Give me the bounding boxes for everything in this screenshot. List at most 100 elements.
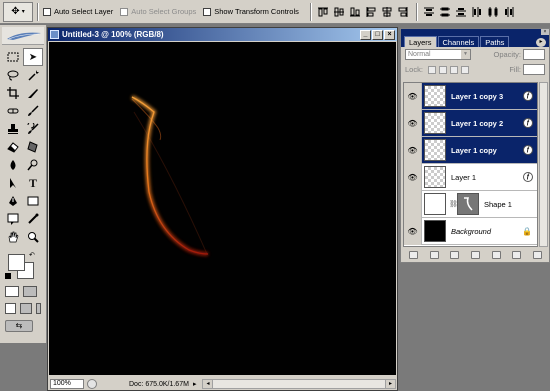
layer-row[interactable]: 👁 Background 🔒 xyxy=(404,217,537,245)
standard-screen-mode-icon[interactable] xyxy=(5,303,17,314)
layer-name: Background xyxy=(451,226,492,236)
align-bottom-icon[interactable] xyxy=(348,5,362,19)
fill-field[interactable] xyxy=(523,64,545,75)
lock-all-icon[interactable] xyxy=(460,65,469,74)
palette-close-icon[interactable]: × xyxy=(541,29,549,35)
notes-tool-icon[interactable] xyxy=(3,210,23,228)
distribute-right-icon[interactable] xyxy=(502,5,516,19)
layers-vertical-scrollbar[interactable] xyxy=(539,82,548,247)
horizontal-scrollbar[interactable]: ◂ ▸ xyxy=(202,379,396,389)
full-screen-menu-mode-icon[interactable] xyxy=(20,303,32,314)
layer-thumbnail xyxy=(424,220,446,242)
align-left-icon[interactable] xyxy=(364,5,378,19)
distribute-hcenter-icon[interactable] xyxy=(486,5,500,19)
add-mask-icon[interactable] xyxy=(450,251,460,259)
standard-mode-icon[interactable] xyxy=(5,286,19,297)
eye-icon[interactable]: 👁 xyxy=(404,217,422,245)
align-top-icon[interactable] xyxy=(316,5,330,19)
auto-select-layer-checkbox[interactable]: Auto Select Layer xyxy=(43,7,113,16)
lock-pixels-icon[interactable] xyxy=(438,65,447,74)
add-style-icon[interactable] xyxy=(429,251,439,259)
layer-effects-icon[interactable]: ƒ xyxy=(523,172,533,182)
document-status-bar: 100% Doc: 675.0K/1.67M ▸ ◂ ▸ xyxy=(49,378,396,390)
show-transform-controls-checkbox[interactable]: Show Transform Controls xyxy=(203,7,299,16)
tab-layers[interactable]: Layers xyxy=(404,36,437,47)
healing-brush-icon[interactable] xyxy=(3,102,23,120)
layer-effects-icon[interactable]: ƒ xyxy=(523,118,533,128)
brush-tool-icon[interactable] xyxy=(23,102,43,120)
layer-row[interactable]: 👁 ⛓ Shape 1 xyxy=(404,190,537,218)
crop-tool-icon[interactable] xyxy=(3,84,23,102)
close-button[interactable]: × xyxy=(384,29,395,40)
eyedropper-icon[interactable] xyxy=(23,210,43,228)
shape-tool-icon[interactable] xyxy=(23,192,43,210)
tool-preset-picker[interactable]: ✥ ▾ xyxy=(3,1,33,22)
new-layer-icon[interactable] xyxy=(512,251,522,259)
align-hcenter-icon[interactable] xyxy=(380,5,394,19)
move-tool-icon[interactable]: ➤ xyxy=(23,48,43,66)
status-menu-arrow-icon[interactable]: ▸ xyxy=(193,380,197,388)
document-title: Untitled-3 @ 100% (RGB/8) xyxy=(62,30,164,39)
zoom-field[interactable]: 100% xyxy=(50,379,84,389)
layer-row[interactable]: 👁 Layer 1 copy 3 ƒ xyxy=(404,82,537,110)
default-colors-icon[interactable] xyxy=(5,273,11,279)
palette-menu-icon[interactable]: ▸ xyxy=(536,38,546,47)
minimize-button[interactable]: _ xyxy=(360,29,371,40)
opacity-field[interactable] xyxy=(523,49,545,60)
history-brush-icon[interactable] xyxy=(23,120,43,138)
layer-effects-icon[interactable]: ƒ xyxy=(523,145,533,155)
eraser-tool-icon[interactable] xyxy=(3,138,23,156)
quick-mask-mode-icon[interactable] xyxy=(23,286,37,297)
layer-row[interactable]: 👁 Layer 1 ƒ xyxy=(404,163,537,191)
full-screen-mode-icon[interactable] xyxy=(35,303,41,314)
lock-transparency-icon[interactable] xyxy=(427,65,436,74)
slice-tool-icon[interactable] xyxy=(23,84,43,102)
eye-icon[interactable]: 👁 xyxy=(404,82,422,110)
hand-tool-icon[interactable] xyxy=(3,228,23,246)
tab-channels[interactable]: Channels xyxy=(437,36,480,47)
layer-effects-icon[interactable]: ƒ xyxy=(523,91,533,101)
eye-icon[interactable]: 👁 xyxy=(404,190,422,218)
adjustment-layer-icon[interactable] xyxy=(470,251,480,259)
blur-tool-icon[interactable] xyxy=(3,156,23,174)
distribute-vcenter-icon[interactable] xyxy=(438,5,452,19)
zoom-tool-icon[interactable] xyxy=(23,228,43,246)
tool-grid: ➤ T xyxy=(0,45,46,249)
path-selection-icon[interactable] xyxy=(3,174,23,192)
new-group-icon[interactable] xyxy=(491,251,501,259)
jump-to-imageready-icon[interactable]: ⇆ xyxy=(5,320,33,332)
align-right-icon[interactable] xyxy=(396,5,410,19)
eye-icon[interactable]: 👁 xyxy=(404,109,422,137)
swap-colors-icon[interactable]: ↶ xyxy=(29,251,35,259)
magic-wand-icon[interactable] xyxy=(23,66,43,84)
delete-layer-icon[interactable] xyxy=(533,251,543,259)
auto-select-groups-checkbox[interactable]: Auto Select Groups xyxy=(120,7,196,16)
eye-icon[interactable]: 👁 xyxy=(404,136,422,164)
distribute-left-icon[interactable] xyxy=(470,5,484,19)
distribute-bottom-icon[interactable] xyxy=(454,5,468,19)
link-layers-icon[interactable] xyxy=(408,251,418,259)
distribute-top-icon[interactable] xyxy=(422,5,436,19)
pen-tool-icon[interactable] xyxy=(3,192,23,210)
scroll-right-icon[interactable]: ▸ xyxy=(385,380,395,388)
toolbox: ➤ T ↶ ⇆ xyxy=(0,25,47,343)
canvas[interactable] xyxy=(49,42,396,375)
blend-mode-select[interactable]: Normal ▼ xyxy=(405,49,471,60)
eye-icon[interactable]: 👁 xyxy=(404,163,422,191)
marquee-tool-icon[interactable] xyxy=(3,48,23,66)
layer-row[interactable]: 👁 Layer 1 copy ƒ xyxy=(404,136,537,164)
tab-paths[interactable]: Paths xyxy=(480,36,510,47)
dodge-tool-icon[interactable] xyxy=(23,156,43,174)
type-tool-icon[interactable]: T xyxy=(23,174,43,192)
foreground-color-swatch[interactable] xyxy=(8,254,25,271)
lock-position-icon[interactable] xyxy=(449,65,458,74)
align-vcenter-icon[interactable] xyxy=(332,5,346,19)
scroll-left-icon[interactable]: ◂ xyxy=(203,380,214,388)
lasso-tool-icon[interactable] xyxy=(3,66,23,84)
document-titlebar[interactable]: Untitled-3 @ 100% (RGB/8) _ □ × xyxy=(48,28,397,41)
maximize-button[interactable]: □ xyxy=(372,29,383,40)
gradient-tool-icon[interactable] xyxy=(23,138,43,156)
layer-row[interactable]: 👁 Layer 1 copy 2 ƒ xyxy=(404,109,537,137)
clone-stamp-icon[interactable] xyxy=(3,120,23,138)
toolbox-header[interactable] xyxy=(2,27,44,45)
